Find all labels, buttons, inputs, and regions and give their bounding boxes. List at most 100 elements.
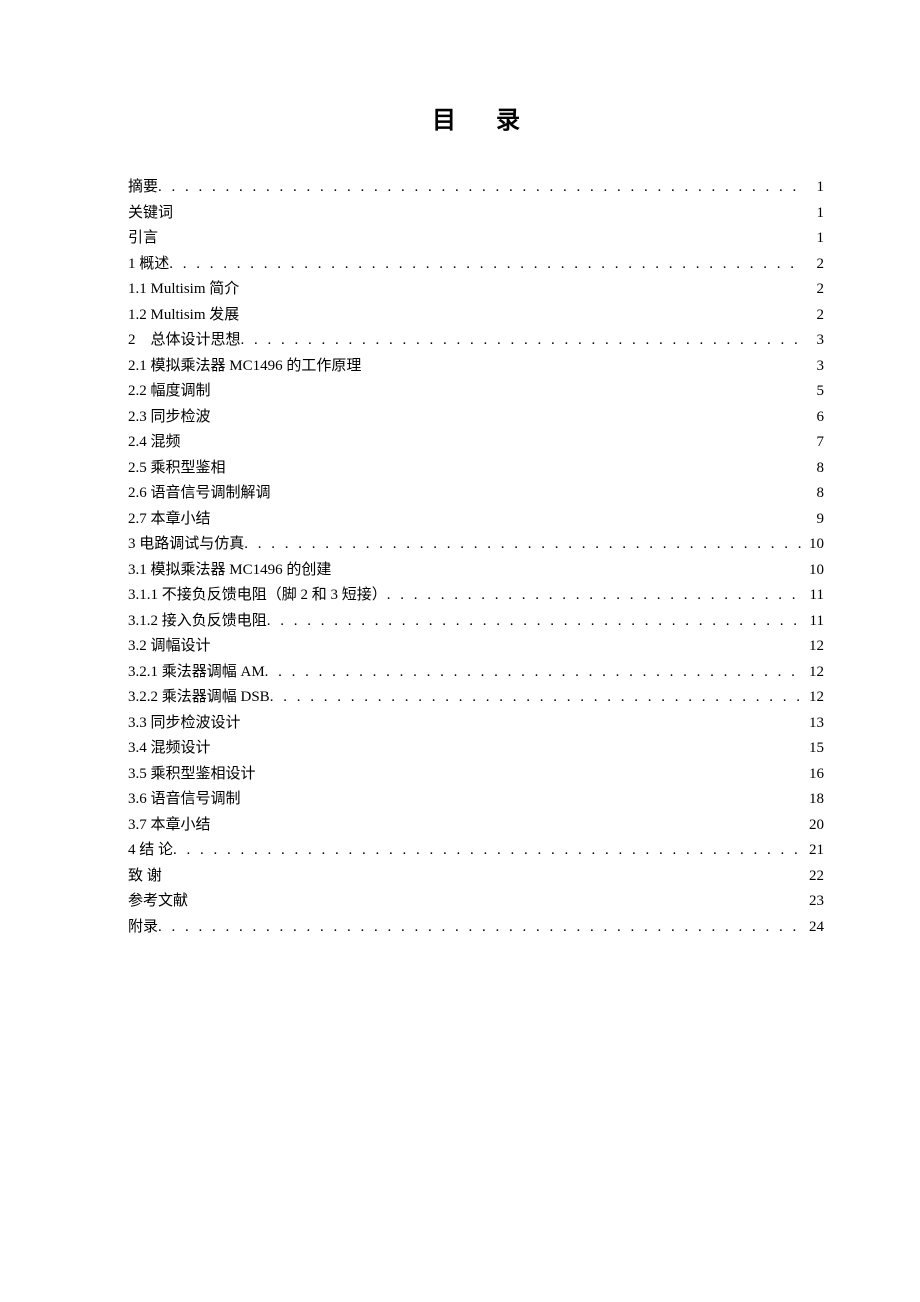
table-of-contents: 摘要. . . . . . . . . . . . . . . . . . . … [128,175,824,939]
toc-entry-page: 5 [804,379,824,403]
toc-entry-page: 10 [804,558,824,582]
toc-entry: 3.1.1 不接负反馈电阻（脚 2 和 3 短接）. . . . . . . .… [128,583,824,607]
toc-entry-label: 3.1.1 不接负反馈电阻（脚 2 和 3 短接） [128,583,387,607]
toc-entry-label: 3 电路调试与仿真 [128,532,244,556]
toc-entry: 致 谢 22 [128,864,824,888]
toc-entry-page: 2 [804,303,824,327]
toc-leader-dots: . . . . . . . . . . . . . . . . . . . . … [173,838,804,862]
toc-entry: 2.2 幅度调制 5 [128,379,824,403]
toc-entry-label: 2.7 本章小结 [128,507,211,531]
toc-entry-label: 1.2 Multisim 发展 [128,303,239,327]
toc-entry-label: 3.7 本章小结 [128,813,211,837]
toc-entry-label: 2.5 乘积型鉴相 [128,456,226,480]
toc-entry-page: 6 [804,405,824,429]
toc-entry-label: 2 总体设计思想 [128,328,241,352]
toc-entry: 关键词 1 [128,201,824,225]
toc-entry: 2.4 混频 7 [128,430,824,454]
toc-entry: 3.7 本章小结 20 [128,813,824,837]
toc-entry: 2.1 模拟乘法器 MC1496 的工作原理 3 [128,354,824,378]
toc-entry-page: 11 [804,583,824,607]
toc-entry-label: 引言 [128,226,158,250]
toc-entry-label: 附录 [128,915,158,939]
toc-entry-label: 3.6 语音信号调制 [128,787,241,811]
toc-entry-label: 1 概述 [128,252,169,276]
toc-entry-page: 8 [804,481,824,505]
toc-entry-label: 1.1 Multisim 简介 [128,277,239,301]
toc-entry: 引言 1 [128,226,824,250]
toc-entry: 1.2 Multisim 发展 2 [128,303,824,327]
toc-leader-dots: . . . . . . . . . . . . . . . . . . . . … [158,915,804,939]
toc-entry-page: 1 [804,175,824,199]
toc-entry-label: 3.1.2 接入负反馈电阻 [128,609,267,633]
toc-entry-page: 10 [804,532,824,556]
toc-entry: 附录. . . . . . . . . . . . . . . . . . . … [128,915,824,939]
toc-entry: 2 总体设计思想. . . . . . . . . . . . . . . . … [128,328,824,352]
toc-entry-label: 3.5 乘积型鉴相设计 [128,762,256,786]
toc-entry-page: 9 [804,507,824,531]
toc-entry: 2.6 语音信号调制解调 8 [128,481,824,505]
toc-leader-dots: . . . . . . . . . . . . . . . . . . . . … [244,532,804,556]
toc-entry-label: 3.2.2 乘法器调幅 DSB [128,685,270,709]
toc-entry-label: 致 谢 [128,864,162,888]
toc-entry-page: 1 [804,201,824,225]
toc-entry: 3.2.1 乘法器调幅 AM . . . . . . . . . . . . .… [128,660,824,684]
toc-entry-label: 2.6 语音信号调制解调 [128,481,271,505]
toc-entry-label: 3.2.1 乘法器调幅 AM [128,660,265,684]
toc-entry-page: 21 [804,838,824,862]
toc-entry-page: 2 [804,252,824,276]
toc-entry: 3.6 语音信号调制 18 [128,787,824,811]
toc-entry: 3.2.2 乘法器调幅 DSB . . . . . . . . . . . . … [128,685,824,709]
toc-entry: 2.5 乘积型鉴相 8 [128,456,824,480]
toc-entry-page: 13 [804,711,824,735]
toc-entry-label: 2.3 同步检波 [128,405,211,429]
toc-entry-page: 1 [804,226,824,250]
toc-entry: 2.7 本章小结 9 [128,507,824,531]
toc-entry-page: 23 [804,889,824,913]
toc-entry-label: 2.4 混频 [128,430,181,454]
toc-entry: 参考文献 23 [128,889,824,913]
toc-entry-page: 3 [804,354,824,378]
toc-title: 目录 [168,100,824,135]
toc-entry: 3.4 混频设计 15 [128,736,824,760]
toc-entry-page: 8 [804,456,824,480]
toc-entry-label: 摘要 [128,175,158,199]
toc-entry-label: 2.1 模拟乘法器 MC1496 的工作原理 [128,354,361,378]
toc-entry-page: 12 [804,634,824,658]
toc-entry: 3 电路调试与仿真. . . . . . . . . . . . . . . .… [128,532,824,556]
toc-entry: 2.3 同步检波 6 [128,405,824,429]
toc-entry: 3.3 同步检波设计 13 [128,711,824,735]
toc-entry-page: 22 [804,864,824,888]
toc-entry: 3.2 调幅设计 12 [128,634,824,658]
toc-entry-label: 3.4 混频设计 [128,736,211,760]
toc-entry: 1 概述. . . . . . . . . . . . . . . . . . … [128,252,824,276]
toc-entry-label: 3.3 同步检波设计 [128,711,241,735]
toc-leader-dots: . . . . . . . . . . . . . . . . . . . . … [241,328,804,352]
toc-entry-page: 20 [804,813,824,837]
toc-entry-page: 12 [804,660,824,684]
toc-entry-label: 3.2 调幅设计 [128,634,211,658]
toc-entry: 3.1.2 接入负反馈电阻. . . . . . . . . . . . . .… [128,609,824,633]
toc-leader-dots: . . . . . . . . . . . . . . . . . . . . … [265,660,804,684]
toc-entry-page: 7 [804,430,824,454]
toc-entry-page: 12 [804,685,824,709]
toc-entry-page: 3 [804,328,824,352]
toc-entry-label: 3.1 模拟乘法器 MC1496 的创建 [128,558,331,582]
toc-leader-dots: . . . . . . . . . . . . . . . . . . . . … [270,685,804,709]
toc-entry-page: 11 [804,609,824,633]
toc-entry: 1.1 Multisim 简介2 [128,277,824,301]
toc-entry: 3.1 模拟乘法器 MC1496 的创建 10 [128,558,824,582]
toc-entry-page: 18 [804,787,824,811]
toc-leader-dots: . . . . . . . . . . . . . . . . . . . . … [387,583,804,607]
toc-leader-dots: . . . . . . . . . . . . . . . . . . . . … [158,175,804,199]
toc-entry-label: 参考文献 [128,889,188,913]
toc-entry-label: 关键词 [128,201,173,225]
toc-entry-label: 2.2 幅度调制 [128,379,211,403]
toc-entry-page: 15 [804,736,824,760]
toc-entry-label: 4 结 论 [128,838,173,862]
toc-entry: 摘要. . . . . . . . . . . . . . . . . . . … [128,175,824,199]
document-page: 目录 摘要. . . . . . . . . . . . . . . . . .… [0,0,920,1040]
toc-leader-dots: . . . . . . . . . . . . . . . . . . . . … [267,609,804,633]
toc-entry: 4 结 论. . . . . . . . . . . . . . . . . .… [128,838,824,862]
toc-entry: 3.5 乘积型鉴相设计 16 [128,762,824,786]
toc-entry-page: 16 [804,762,824,786]
